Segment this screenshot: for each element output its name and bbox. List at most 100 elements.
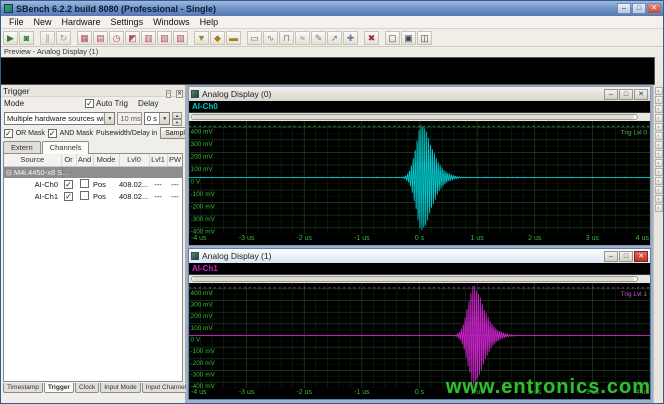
waveform-plot-ch1[interactable]: 400 mV300 mV200 mV100 mV0 V-100 mV-200 m… [189,283,650,388]
tab-input-mode[interactable]: Input Mode [100,383,141,393]
auto-trig-label: Auto Trig [96,99,128,108]
save-data-icon[interactable]: ◆ [210,31,225,45]
window-titlebar[interactable]: SBench 6.2.2 build 8080 (Professional - … [1,1,663,16]
collapse-icon[interactable]: ⊟ [6,169,12,177]
side-toolbar-button[interactable]: ▪ [655,159,663,167]
tab-extern[interactable]: Extern [3,141,41,153]
menu-help[interactable]: Help [195,17,224,27]
delay-spin-up[interactable]: ▲ [172,112,182,119]
export-data-icon[interactable]: ▬ [226,31,241,45]
card-group-row[interactable]: ⊟M4i.4450-x8 S... [4,166,183,178]
tab-timestamp[interactable]: Timestamp [3,383,43,393]
minimize-button[interactable]: – [617,3,631,14]
menu-windows[interactable]: Windows [148,17,195,27]
or-mask-checkbox[interactable]: ✓ [4,129,13,138]
side-toolbar-button[interactable]: ▪ [655,204,663,212]
svg-text:400 mV: 400 mV [190,290,213,297]
maximize-button[interactable]: □ [632,3,646,14]
side-toolbar-button[interactable]: ▪ [655,96,663,104]
ai-ch0-and-checkbox[interactable] [80,179,89,188]
mode-setup-icon[interactable]: ▧ [157,31,172,45]
delay-select[interactable]: 0 s ▼ [144,112,170,125]
side-toolbar-button[interactable]: ▪ [655,195,663,203]
start-acquisition-icon[interactable]: ▶ [3,31,18,45]
stop-acquisition-icon[interactable]: ◙ [19,31,34,45]
display0-minimize-button[interactable]: – [604,89,618,100]
side-toolbar-button[interactable]: ▪ [655,150,663,158]
time-tick: -1 us [354,389,370,396]
table-row[interactable]: AI-Ch1✓Pos408.02...------ [4,190,183,202]
trigger-setup-icon[interactable]: ◩ [125,31,140,45]
ai-ch1-or-checkbox[interactable]: ✓ [64,192,73,201]
waveform-plot-ch0[interactable]: 400 mV300 mV200 mV100 mV0 V-100 mV-200 m… [189,121,650,234]
menu-file[interactable]: File [4,17,29,27]
scrollbar-thumb[interactable] [193,277,634,281]
display0-restore-button[interactable]: □ [619,89,633,100]
display1-restore-button[interactable]: □ [619,251,633,262]
cursor-icon[interactable]: ➚ [327,31,342,45]
tab-clock[interactable]: Clock [75,383,99,393]
menu-new[interactable]: New [29,17,57,27]
side-toolbar-button[interactable]: ▪ [655,141,663,149]
preview-strip[interactable] [1,57,655,85]
delay-stepper: ▲ ▼ [172,112,182,125]
table-row[interactable]: AI-Ch0✓Pos408.02...------ [4,178,183,190]
main-area: Trigger ▫ ✕ Mode ✓ Auto Trig Delay Multi… [1,85,663,403]
side-toolbar-button[interactable]: ▪ [655,177,663,185]
side-toolbar-button[interactable]: ▪ [655,105,663,113]
hardware-setup-icon[interactable]: ▦ [77,31,92,45]
add-channel-icon[interactable]: ✚ [343,31,358,45]
frequency-display-icon[interactable]: ≈ [295,31,310,45]
side-toolbar-button[interactable]: ▪ [655,114,663,122]
delay-label: Delay [138,99,182,108]
digital-display-icon[interactable]: ⊓ [279,31,294,45]
display1-titlebar[interactable]: Analog Display (1) – □ ✕ [189,249,650,263]
trig-timeout-field[interactable]: 10 ms [117,112,142,125]
display1-horizontal-scrollbar[interactable] [189,275,650,283]
side-toolbar-button[interactable]: ▪ [655,87,663,95]
channel-label-ai-ch0: AI-Ch0 [192,102,218,111]
auto-trig-checkbox[interactable]: ✓ [85,99,94,108]
side-toolbar-button[interactable]: ▪ [655,186,663,194]
delete-channel-icon[interactable]: ✖ [364,31,379,45]
scrollbar-thumb[interactable] [193,115,634,119]
edit-signal-icon[interactable]: ✎ [311,31,326,45]
save-display-icon[interactable]: ▼ [194,31,209,45]
samples-button[interactable]: Samples [160,127,185,139]
menu-settings[interactable]: Settings [106,17,149,27]
delay-spin-down[interactable]: ▼ [172,119,182,126]
trigger-panel-titlebar[interactable]: Trigger ▫ ✕ [1,85,185,97]
display0-horizontal-scrollbar[interactable] [189,113,650,121]
display1-minimize-button[interactable]: – [604,251,618,262]
tile-windows-icon[interactable]: ▢ [385,31,400,45]
card-info-icon[interactable]: ▨ [173,31,188,45]
ai-ch1-and-checkbox[interactable] [80,191,89,200]
display0-close-button[interactable]: ✕ [634,89,648,100]
new-display-icon[interactable]: ▭ [247,31,262,45]
side-toolbar-button[interactable]: ▪ [655,168,663,176]
channel-setup-icon[interactable]: ▥ [141,31,156,45]
chevron-down-icon[interactable]: ▼ [104,113,114,124]
restart-icon[interactable]: ↻ [56,31,71,45]
cascade-windows-icon[interactable]: ▣ [401,31,416,45]
app-icon [4,4,13,13]
display1-close-button[interactable]: ✕ [634,251,648,262]
display0-titlebar[interactable]: Analog Display (0) – □ ✕ [189,87,650,101]
and-mask-checkbox[interactable]: ✓ [48,129,57,138]
ai-ch0-or-checkbox[interactable]: ✓ [64,180,73,189]
side-toolbar-button[interactable]: ▪ [655,132,663,140]
display1-channel-strip: AI-Ch1 [189,263,650,275]
arrange-displays-icon[interactable]: ◫ [417,31,432,45]
analog-display-icon[interactable]: ∿ [263,31,278,45]
side-toolbar-button[interactable]: ▪ [655,123,663,131]
clock-setup-icon[interactable]: ◷ [109,31,124,45]
analog-display-0-window: Analog Display (0) – □ ✕ AI-Ch0 400 mV30… [188,86,651,246]
input-setup-icon[interactable]: ▤ [93,31,108,45]
chevron-down-icon[interactable]: ▼ [159,113,169,124]
menu-hardware[interactable]: Hardware [57,17,106,27]
pause-icon[interactable]: ∥ [40,31,55,45]
tab-trigger[interactable]: Trigger [44,383,74,393]
trigger-mode-select[interactable]: Multiple hardware sources with AND/OR ▼ [4,112,115,125]
close-button[interactable]: ✕ [647,3,661,14]
tab-channels[interactable]: Channels [42,141,90,154]
